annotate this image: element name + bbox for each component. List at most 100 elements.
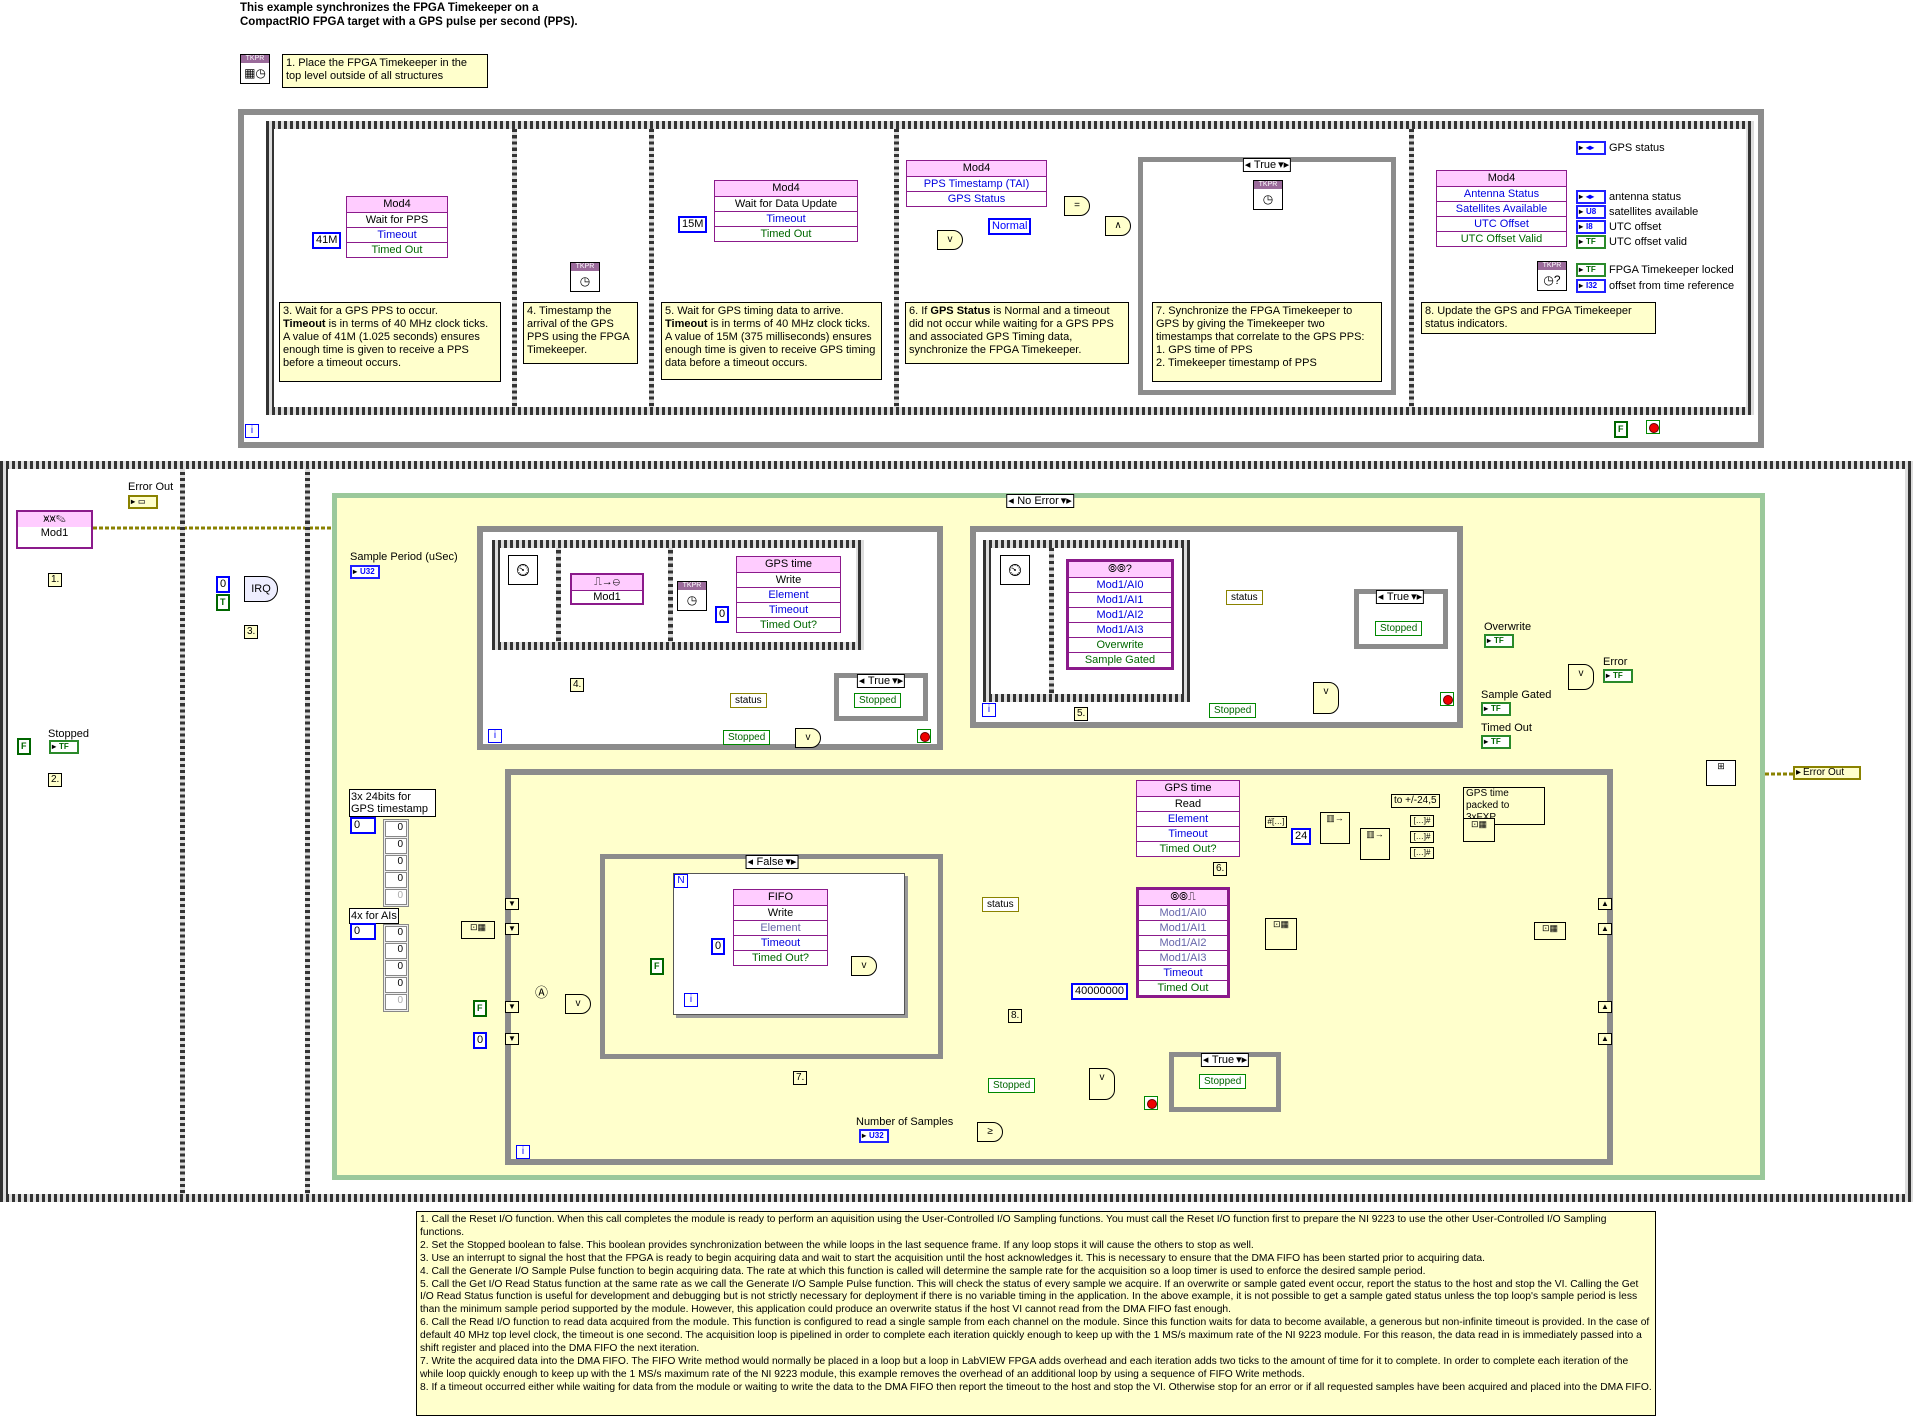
timeout-constant[interactable]: 0 xyxy=(711,938,726,955)
build-array-icon: ⊡▦ xyxy=(461,921,495,939)
stopped-local-variable[interactable]: TF xyxy=(49,740,79,754)
loop-timer-icon[interactable]: ⏲ xyxy=(1000,555,1030,585)
shift-register-icon[interactable]: ▲ xyxy=(1598,1033,1612,1045)
tkpr-sync-icon[interactable]: TKPR ◷ xyxy=(1253,180,1283,210)
stop-icon[interactable] xyxy=(1440,692,1454,706)
shift-register-icon[interactable]: ▲ xyxy=(1598,898,1612,910)
type-cast-icon: #[…] xyxy=(1265,816,1287,828)
dma-fifo-write-node[interactable]: FIFO Write Element Timeout Timed Out? xyxy=(733,889,828,966)
irq-number-constant[interactable]: 0 xyxy=(216,576,231,593)
shift-amount-constant[interactable]: 24 xyxy=(1291,828,1312,845)
shift-register-icon[interactable]: ▲ xyxy=(1598,1001,1612,1013)
or-gate-icon: v xyxy=(795,728,821,748)
sample-gated-indicator: TF xyxy=(1481,702,1511,716)
iteration-icon: i xyxy=(488,729,502,743)
shift-register-icon[interactable]: ▲ xyxy=(1598,923,1612,935)
reset-io-node[interactable]: ⩙⩙✎ Mod1 xyxy=(16,510,93,549)
build-array-icon: ⊡▦ xyxy=(1463,818,1495,842)
gps-array-index[interactable]: 0 xyxy=(350,817,376,834)
step4-note: 4. Timestamp the arrival of the GPS PPS … xyxy=(523,302,638,364)
stopped-label: Stopped xyxy=(48,728,89,740)
step4-label: 4. xyxy=(570,678,585,692)
mod4-property-node[interactable]: Mod4 PPS Timestamp (TAI) GPS Status xyxy=(906,160,1047,207)
overwrite-indicator: TF xyxy=(1484,634,1514,648)
stopped-local-write[interactable]: Stopped xyxy=(854,693,902,708)
error-indicator: TF xyxy=(1603,669,1633,683)
gps-time-fifo-read-node[interactable]: GPS time Read Element Timeout Timed Out? xyxy=(1136,780,1240,857)
status-unbundle[interactable]: status xyxy=(730,693,767,708)
tkpr-timestamp-icon[interactable]: TKPR ◷ xyxy=(570,262,600,292)
status-unbundle[interactable]: status xyxy=(982,897,1019,912)
false-constant[interactable]: F xyxy=(473,1000,487,1017)
normal-enum-constant[interactable]: Normal xyxy=(988,218,1032,235)
status-unbundle[interactable]: status xyxy=(1226,590,1263,605)
shift-register-icon[interactable]: ▼ xyxy=(505,1001,519,1013)
gps-status-property-node[interactable]: Mod4 Antenna Status Satellites Available UT… xyxy=(1436,170,1567,247)
sequence-frame-divider xyxy=(512,129,517,407)
case-selector-no-error[interactable]: No Error xyxy=(1006,494,1074,508)
tkpr-status-icon[interactable]: TKPR ◷? xyxy=(1537,261,1567,291)
step8-label: 8. xyxy=(1008,1009,1023,1023)
stop-icon[interactable] xyxy=(1144,1096,1158,1110)
sequence-frame-divider xyxy=(1409,129,1414,407)
wait-until-cleared-constant[interactable]: T xyxy=(216,594,230,611)
step1-note: 1. Place the FPGA Timekeeper in the top … xyxy=(282,54,488,88)
ai-array-label: 4x for AIs xyxy=(349,908,399,924)
step2-label: 2. xyxy=(48,773,63,787)
tkpr-timestamp-icon[interactable]: TKPR ◷ xyxy=(677,581,707,611)
stopped-local-write[interactable]: Stopped xyxy=(1375,621,1423,636)
read-io-node[interactable]: ⦾⦾⎍ Mod1/AI0 Mod1/AI1 Mod1/AI2 Mod1/AI3 Tim… xyxy=(1136,887,1230,998)
wait-for-data-update-node[interactable]: Mod4 Wait for Data Update Timeout Timed Ou… xyxy=(714,180,858,242)
wait-for-pps-method-node[interactable]: Mod4 Wait for PPS Timeout Timed Out xyxy=(346,196,448,258)
stopped-local-read[interactable]: Stopped xyxy=(988,1078,1036,1093)
shift-register-icon[interactable]: ▼ xyxy=(505,898,519,910)
stop-icon[interactable] xyxy=(917,729,931,743)
read-timeout-constant[interactable]: 40000000 xyxy=(1071,983,1128,1000)
sample-period-label: Sample Period (uSec) xyxy=(350,551,458,563)
sequence-frame-divider xyxy=(556,548,561,642)
step3-label: 3. xyxy=(244,625,259,639)
timeout-constant[interactable]: 0 xyxy=(715,606,730,623)
case-selector-false[interactable]: False xyxy=(745,855,799,869)
ai-array-index[interactable]: 0 xyxy=(350,923,376,940)
sample-period-control[interactable]: U32 xyxy=(350,565,380,579)
case-selector-true[interactable]: True xyxy=(1242,158,1292,172)
read-status-node[interactable]: ⦾⦾? Mod1/AI0 Mod1/AI1 Mod1/AI2 Mod1/AI3 Ove… xyxy=(1066,559,1174,670)
ai-array-constant[interactable]: 00000 xyxy=(383,924,409,1012)
stopped-local-read[interactable]: Stopped xyxy=(1209,703,1257,718)
overwrite-label: Overwrite xyxy=(1484,621,1532,633)
timeout-41m-constant[interactable]: 41M xyxy=(312,232,342,249)
false-constant[interactable]: F xyxy=(650,958,664,975)
compound-or-icon: v xyxy=(1313,682,1339,714)
loop-timer-icon[interactable]: ⏲ xyxy=(508,555,538,585)
stopped-false-constant[interactable]: F xyxy=(17,738,31,755)
case-selector-true[interactable]: True xyxy=(1200,1053,1250,1067)
gps-time-fifo-write-node[interactable]: GPS time Write Element Timeout Timed Out? xyxy=(736,556,841,633)
number-of-samples-control[interactable]: U32 xyxy=(859,1129,889,1143)
or-gate-icon: v xyxy=(565,994,591,1014)
stop-icon[interactable] xyxy=(1646,420,1660,434)
timeout-15m-constant[interactable]: 15M xyxy=(678,216,708,233)
irq-icon[interactable]: IRQ xyxy=(244,576,278,602)
build-array-icon: ⊡▦ xyxy=(1534,922,1566,940)
shift-register-icon[interactable]: ▼ xyxy=(505,1033,519,1045)
iteration-icon: i xyxy=(982,703,996,717)
step3-note: 3. Wait for a GPS PPS to occur. Timeout i… xyxy=(279,302,501,382)
step7-label: 7. xyxy=(793,1071,808,1085)
equal-icon: = xyxy=(1064,196,1090,216)
step5-note: 5. Wait for GPS timing data to arrive. Ti… xyxy=(661,302,882,380)
number-of-samples-label: Number of Samples xyxy=(856,1116,954,1128)
tkpr-timekeeper-icon[interactable]: TKPR ▦◷ xyxy=(240,54,270,84)
case-selector-true[interactable]: True xyxy=(1375,590,1425,604)
case-selector-true[interactable]: True xyxy=(856,674,906,688)
shift-register-icon[interactable]: ▼ xyxy=(505,923,519,935)
false-constant[interactable]: F xyxy=(1614,421,1628,438)
zero-constant[interactable]: 0 xyxy=(473,1032,488,1049)
merge-errors-icon: ⊞ xyxy=(1706,760,1736,786)
stopped-local-write[interactable]: Stopped xyxy=(1199,1074,1247,1089)
stopped-local-read[interactable]: Stopped xyxy=(723,730,771,745)
compound-or-icon: v xyxy=(1089,1068,1115,1100)
gps-array-constant[interactable]: 00000 xyxy=(383,819,409,907)
diagram-title: This example synchronizes the FPGA Timek… xyxy=(240,2,578,28)
generate-sample-pulse-node[interactable]: ⎍→⊖ Mod1 xyxy=(570,573,644,605)
